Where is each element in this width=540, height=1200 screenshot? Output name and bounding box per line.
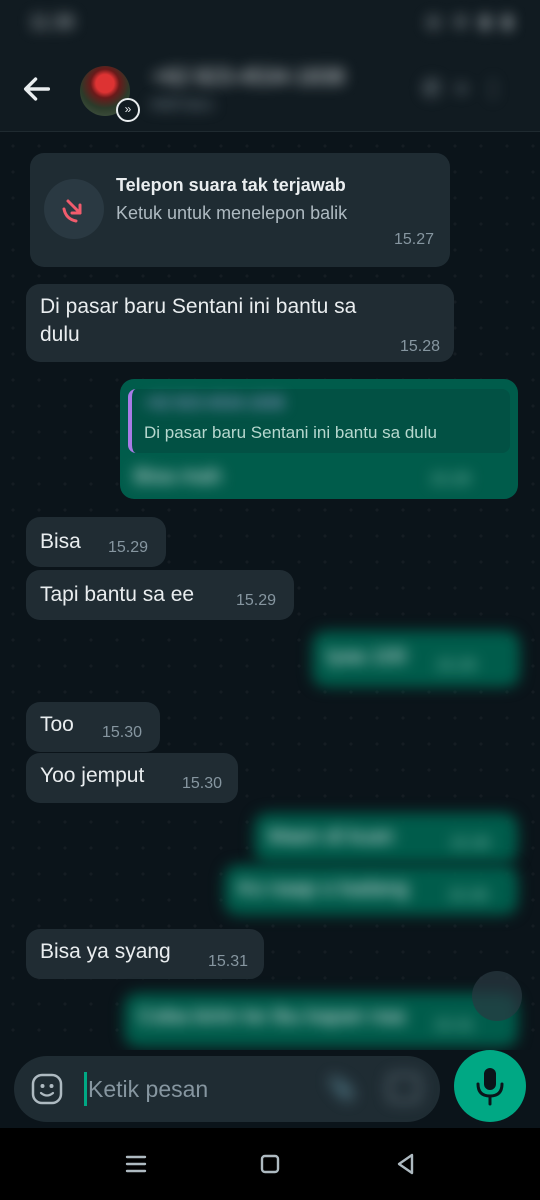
- back-icon[interactable]: [392, 1150, 420, 1178]
- call-subtitle: Ketuk untuk menelepon balik: [116, 203, 348, 223]
- outgoing-message[interactable]: Ko naap o kadang 15.30: [224, 865, 518, 915]
- status-time: 11.38: [30, 12, 74, 32]
- sticker-icon[interactable]: [30, 1072, 64, 1106]
- message-time: 15.30: [450, 835, 491, 852]
- message-text: Coba kirim ke Ibu kapan naa: [138, 1005, 406, 1028]
- outgoing-reply-message[interactable]: +62 823-4534-1838 Di pasar baru Sentani …: [120, 379, 518, 499]
- missed-call-bubble[interactable]: Telepon suara tak terjawab Ketuk untuk m…: [30, 153, 450, 267]
- contact-status: Aktif baru: [150, 96, 214, 113]
- chat-area[interactable]: Telepon suara tak terjawab Ketuk untuk m…: [0, 133, 540, 1050]
- quote-sender: +62 823-4534-1838: [144, 395, 285, 412]
- message-time: 15.30: [102, 724, 143, 741]
- chat-header: » +62 823-4534-1838 Aktif baru ✆+⋮: [0, 48, 540, 132]
- message-time: 15.29: [436, 657, 477, 674]
- outgoing-message[interactable]: Iyaa 100 15.29: [312, 631, 520, 687]
- message-time: 15.31: [208, 953, 249, 970]
- status-ring-icon: »: [116, 98, 140, 122]
- message-text: Ko naap o kadang: [238, 877, 409, 900]
- message-text: Too: [40, 713, 74, 736]
- input-bar: Ketik pesan 📎: [0, 1050, 540, 1128]
- outgoing-message[interactable]: Coba kirim ke Ibu kapan naa 15.31: [124, 993, 518, 1047]
- recents-icon[interactable]: [122, 1150, 150, 1178]
- mic-icon: [476, 1068, 504, 1106]
- quote-text: Di pasar baru Sentani ini bantu sa dulu: [144, 423, 437, 442]
- message-input-box[interactable]: Ketik pesan 📎: [14, 1056, 440, 1122]
- home-icon[interactable]: [256, 1150, 284, 1178]
- camera-icon[interactable]: [388, 1074, 420, 1102]
- add-call-icon[interactable]: +: [455, 76, 482, 101]
- message-text: Bisa: [40, 530, 81, 553]
- more-icon[interactable]: ⋮: [482, 76, 518, 101]
- message-time: 15.30: [448, 887, 489, 904]
- system-nav-bar: [0, 1128, 540, 1200]
- message-text: Bisa ya syang: [40, 940, 171, 963]
- mic-button[interactable]: [454, 1050, 526, 1122]
- status-icons: ◎ ⊘ ▮ ▮: [426, 12, 516, 31]
- outgoing-message[interactable]: Maen di kuan 15.30: [254, 813, 518, 863]
- message-time: 15.28: [400, 338, 441, 355]
- scroll-down-button[interactable]: [472, 971, 522, 1021]
- message-text: Iyaa 100: [326, 645, 407, 668]
- missed-call-icon: [44, 179, 104, 239]
- incoming-message[interactable]: Bisa ya syang 15.31: [26, 929, 264, 979]
- message-time: 15.29: [108, 539, 149, 556]
- incoming-message[interactable]: Too 15.30: [26, 702, 160, 752]
- message-text: Di pasar baru Sentani ini bantu sa dulu: [40, 295, 357, 346]
- incoming-message[interactable]: Di pasar baru Sentani ini bantu sa dulu …: [26, 284, 454, 362]
- message-text: Maen di kuan: [268, 825, 395, 848]
- header-actions[interactable]: ✆+⋮: [423, 76, 518, 102]
- message-input[interactable]: Ketik pesan: [88, 1076, 208, 1103]
- call-title: Telepon suara tak terjawab: [116, 175, 346, 195]
- phone-icon[interactable]: ✆: [423, 76, 455, 101]
- message-time: 15.30: [182, 775, 223, 792]
- message-text: Yoo jemput: [40, 764, 145, 787]
- message-time: 15.27: [394, 231, 435, 248]
- attach-icon[interactable]: 📎: [328, 1076, 355, 1102]
- message-text: Tapi bantu sa ee: [40, 583, 195, 606]
- contact-name[interactable]: +62 823-4534-1838: [152, 64, 345, 90]
- incoming-message[interactable]: Yoo jemput 15.30: [26, 753, 238, 803]
- message-text: Bisa mah: [134, 465, 222, 488]
- message-time: 15.29: [236, 592, 277, 609]
- text-cursor: [84, 1072, 87, 1106]
- incoming-message[interactable]: Tapi bantu sa ee 15.29: [26, 570, 294, 620]
- back-arrow-icon[interactable]: [20, 72, 54, 106]
- incoming-message[interactable]: Bisa 15.29: [26, 517, 166, 567]
- message-time: 15.31: [434, 1017, 475, 1034]
- reply-quote[interactable]: +62 823-4534-1838 Di pasar baru Sentani …: [128, 389, 510, 453]
- status-bar: 11.38 ◎ ⊘ ▮ ▮: [0, 0, 540, 48]
- message-time: 15.28: [430, 471, 471, 488]
